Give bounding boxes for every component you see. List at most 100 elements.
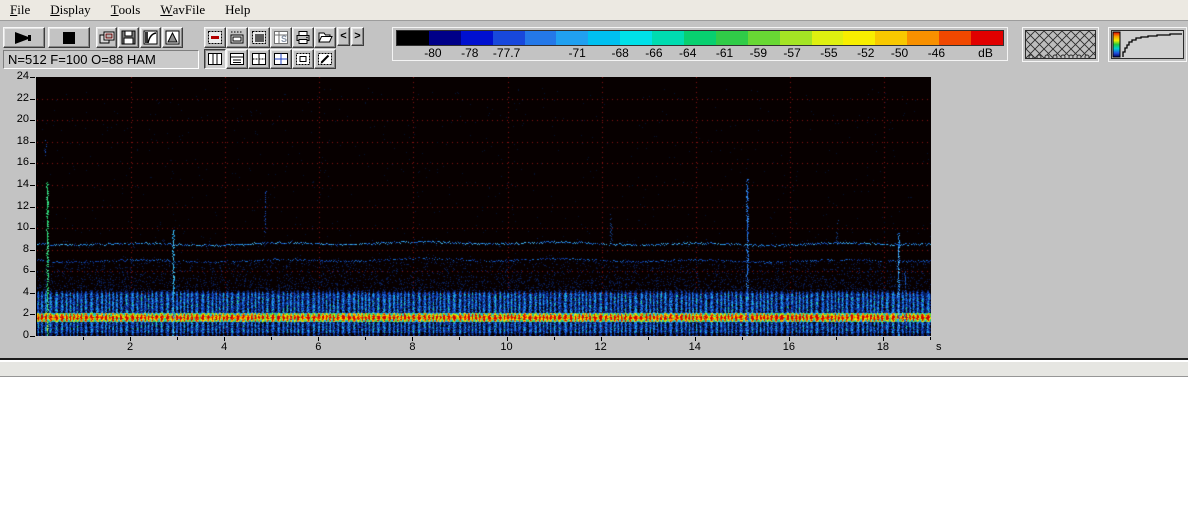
- curve-icon: [143, 30, 158, 45]
- svg-text:S: S: [281, 34, 287, 44]
- play-button[interactable]: [3, 27, 45, 48]
- spectrogram-display[interactable]: [36, 77, 931, 336]
- db-color-segment: [971, 31, 1003, 45]
- x-axis-label: 18: [876, 341, 890, 353]
- x-axis-tick: [930, 337, 931, 340]
- open-file-button[interactable]: [314, 27, 336, 48]
- db-unit-label: dB: [978, 46, 993, 60]
- db-tick-label: -77.7: [492, 46, 521, 60]
- menu-item-tools[interactable]: Tools: [101, 0, 151, 20]
- save-button[interactable]: [118, 27, 139, 48]
- layout-grid-button[interactable]: [248, 49, 270, 69]
- scroll-left-button[interactable]: <: [337, 27, 350, 46]
- play-icon: [12, 31, 36, 45]
- db-tick-label: -71: [568, 46, 586, 60]
- y-axis-label: 24: [16, 70, 29, 82]
- waveform-overview: [1022, 27, 1099, 62]
- db-color-segment: [747, 31, 780, 45]
- x-axis-tick: [648, 337, 649, 340]
- waveform-overview-display: [1025, 30, 1096, 60]
- open-folder-icon: [317, 30, 333, 45]
- spectrum-view-button[interactable]: [162, 27, 183, 48]
- print-button[interactable]: [292, 27, 314, 48]
- view-spectrum-table-button[interactable]: S: [270, 27, 292, 48]
- db-tick-label: -59: [749, 46, 767, 60]
- app-window: File Display Tools WavFile Help S < > N=…: [0, 0, 1188, 360]
- red-bar-box-icon: [207, 30, 223, 45]
- y-axis-label: 0: [22, 329, 29, 341]
- stop-button[interactable]: [48, 27, 90, 48]
- y-axis-tick: [30, 185, 35, 186]
- y-axis-label: 16: [16, 156, 29, 169]
- db-color-segment: [524, 31, 557, 45]
- palette-curve-button[interactable]: [140, 27, 161, 48]
- columns-icon: [207, 52, 223, 66]
- x-axis-label: 16: [782, 341, 795, 353]
- db-color-segment: [843, 31, 876, 45]
- db-color-segment: [684, 31, 716, 45]
- y-axis-tick: [30, 314, 35, 315]
- peak-icon: [165, 30, 180, 45]
- layout-vertical-button[interactable]: [204, 49, 226, 69]
- edit-button[interactable]: [314, 49, 336, 69]
- y-axis-label: 8: [22, 242, 29, 255]
- y-axis-tick: [30, 250, 35, 251]
- layout-single-button[interactable]: [292, 49, 314, 69]
- x-axis-tick: [177, 337, 178, 340]
- y-axis-label: 20: [16, 113, 29, 126]
- view-waveform-button[interactable]: [204, 27, 226, 48]
- db-color-segment: [779, 31, 812, 45]
- menu-item-file[interactable]: File: [0, 0, 40, 20]
- y-axis-tick: [30, 271, 35, 272]
- x-axis-label: 6: [315, 341, 322, 353]
- x-axis-label: 12: [594, 341, 607, 353]
- grid-icon: [251, 52, 267, 66]
- db-color-segment: [620, 31, 653, 45]
- y-axis-label: 22: [16, 91, 29, 104]
- palette-transfer-curve: [1108, 27, 1187, 62]
- view-marker-button[interactable]: [226, 27, 248, 48]
- x-axis-tick: [83, 337, 84, 340]
- db-tick-label: -80: [424, 46, 442, 60]
- db-color-segment: [875, 31, 908, 45]
- y-axis-tick: [30, 99, 35, 100]
- menu-item-display[interactable]: Display: [40, 0, 100, 20]
- view-filled-button[interactable]: [248, 27, 270, 48]
- layout-horizontal-button[interactable]: [226, 49, 248, 69]
- inner-box-icon: [295, 52, 311, 66]
- s-table-icon: S: [273, 30, 289, 45]
- x-axis-tick: [459, 337, 460, 340]
- printer-icon: [295, 30, 311, 45]
- menu-item-wavfile[interactable]: WavFile: [150, 0, 215, 20]
- db-tick-label: -55: [820, 46, 838, 60]
- y-axis-label: 4: [22, 285, 29, 298]
- db-color-segment: [556, 31, 589, 45]
- y-axis-label: 10: [16, 221, 29, 234]
- y-axis-label: 14: [16, 177, 29, 190]
- x-axis-label: 10: [500, 341, 513, 353]
- y-axis-tick: [30, 120, 35, 121]
- screen: File Display Tools WavFile Help S < > N=…: [0, 0, 1188, 512]
- layout-grid-cross-button[interactable]: [270, 49, 292, 69]
- db-tick-label: -57: [783, 46, 801, 60]
- db-color-segment: [460, 31, 493, 45]
- x-axis-tick: [271, 337, 272, 340]
- grid-cross-icon: [273, 52, 289, 66]
- db-color-segment: [397, 31, 429, 45]
- y-axis-tick: [30, 142, 35, 143]
- menu-item-help[interactable]: Help: [215, 0, 260, 20]
- db-tick-label: -66: [645, 46, 663, 60]
- db-tick-label: -68: [611, 46, 629, 60]
- db-tick-label: -52: [857, 46, 875, 60]
- x-axis-unit: s: [936, 341, 942, 353]
- x-axis-label: 8: [409, 341, 416, 353]
- db-color-segment: [907, 31, 940, 45]
- db-color-segment: [811, 31, 844, 45]
- copy-icon: [99, 31, 115, 45]
- copy-image-button[interactable]: [96, 27, 117, 48]
- db-color-segment: [715, 31, 748, 45]
- x-axis-label: 2: [127, 341, 134, 353]
- scroll-right-button[interactable]: >: [351, 27, 364, 46]
- menu-bar: File Display Tools WavFile Help: [0, 0, 1188, 21]
- db-tick-label: -61: [715, 46, 734, 60]
